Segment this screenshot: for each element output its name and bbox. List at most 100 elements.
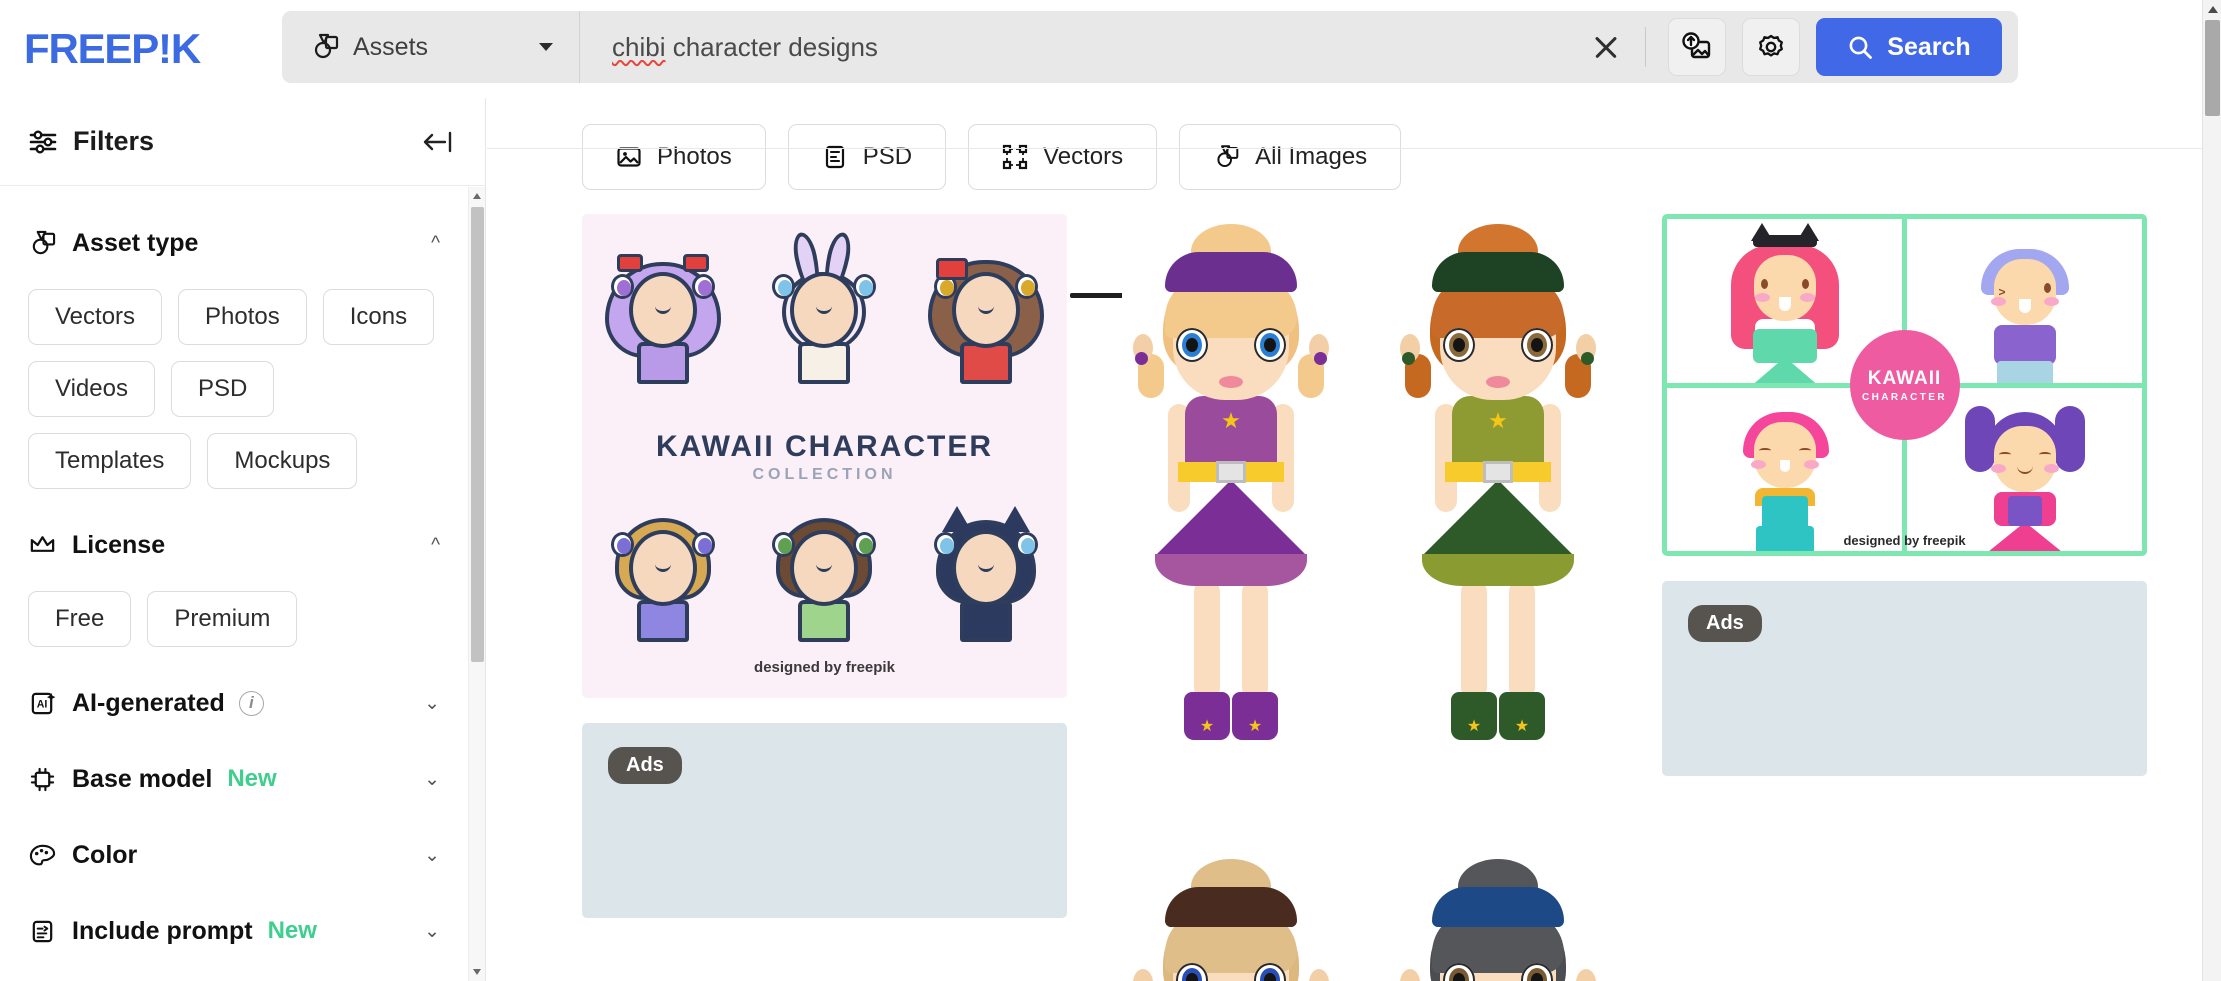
eye xyxy=(934,532,958,557)
filter-section-title: Color xyxy=(72,840,138,869)
filter-pill-videos[interactable]: Videos xyxy=(28,361,155,417)
filter-pill-premium[interactable]: Premium xyxy=(147,591,298,647)
new-badge: New xyxy=(227,765,277,792)
chevron-down-icon: ⌄ xyxy=(424,844,440,866)
collapse-sidebar-button[interactable] xyxy=(419,129,455,155)
shapes-icon xyxy=(314,33,339,59)
filter-section-header[interactable]: Color ⌄ xyxy=(28,835,440,875)
ads-badge: Ads xyxy=(1688,605,1762,642)
eye xyxy=(853,274,877,299)
results-area: Photos PSD Vectors All Images KAWAII CHA… xyxy=(487,98,2202,981)
filter-section-title: Include prompt xyxy=(72,916,253,945)
filter-section-header[interactable]: AI AI-generated i ⌄ xyxy=(28,683,440,723)
eye xyxy=(1254,328,1286,362)
chevron-down-icon xyxy=(539,43,553,51)
search-divider xyxy=(1645,27,1646,67)
license-options: Free Premium xyxy=(28,591,440,647)
filters-sidebar: Filters Asset type ^ Vectors Photos Icon… xyxy=(0,98,486,981)
character-bunny-ears-girl xyxy=(764,230,884,386)
page-scrollbar[interactable] xyxy=(2202,0,2221,981)
image-search-button[interactable] xyxy=(1668,18,1726,76)
filter-section-header[interactable]: Asset type ^ xyxy=(28,223,440,263)
sidebar-scrollbar-thumb[interactable] xyxy=(471,207,484,662)
filter-section-ai-generated: AI AI-generated i ⌄ xyxy=(28,647,440,723)
filter-section-header[interactable]: Include prompt New ⌄ xyxy=(28,911,440,951)
credit-brand: freepik xyxy=(1922,533,1966,548)
filter-section-title: Asset type xyxy=(72,228,199,257)
filter-pill-mockups[interactable]: Mockups xyxy=(207,433,358,489)
search-input-value: chibi character designs xyxy=(612,32,878,63)
result-card-kawaii-collection[interactable]: KAWAII CHARACTER COLLECTION designed by … xyxy=(582,214,1067,698)
result-card-ads-left[interactable]: Ads xyxy=(582,723,1067,918)
tab-vectors[interactable]: Vectors xyxy=(968,124,1158,190)
kawaii-character-badge: KAWAII CHARACTER xyxy=(1849,330,1960,440)
character-brown-boy xyxy=(764,504,884,644)
sidebar-scrollbar[interactable] xyxy=(468,187,485,981)
character-cat-hood-kid xyxy=(926,504,1046,644)
result-card-doll-pair-purple-green[interactable]: ★ ★ ★ ★ ★ ★ xyxy=(1122,214,1607,824)
search-input[interactable]: chibi character designs xyxy=(580,32,1589,63)
filter-pill-templates[interactable]: Templates xyxy=(28,433,192,489)
eye xyxy=(1015,532,1039,557)
character-row-bottom xyxy=(582,504,1067,644)
filter-pill-icons[interactable]: Icons xyxy=(322,289,435,345)
asset-scope-dropdown[interactable]: Assets xyxy=(282,11,580,83)
filter-section-header[interactable]: Base model New ⌄ xyxy=(28,759,440,799)
tab-psd[interactable]: PSD xyxy=(787,124,947,190)
filters-title: Filters xyxy=(73,126,155,156)
card-subtitle: COLLECTION xyxy=(752,466,897,483)
filter-section-base-model: Base model New ⌄ xyxy=(28,723,440,799)
credit-prefix: designed by xyxy=(1843,533,1920,548)
eye xyxy=(1015,274,1039,299)
chevron-up-icon: ^ xyxy=(431,534,440,556)
badge-line-2: CHARACTER xyxy=(1862,391,1947,403)
ads-badge: Ads xyxy=(608,747,682,784)
scroll-down-arrow-icon[interactable] xyxy=(473,969,481,975)
filter-pill-free[interactable]: Free xyxy=(28,591,132,647)
eye xyxy=(691,532,715,557)
eye xyxy=(691,274,715,299)
credit-prefix: designed by xyxy=(754,659,842,676)
asset-type-options: Vectors Photos Icons Videos PSD Template… xyxy=(28,289,440,489)
clear-search-icon[interactable] xyxy=(1589,30,1623,64)
result-card-kawaii-quad[interactable]: > KAWAII CHARACTER designed by freepik xyxy=(1662,214,2147,556)
tab-photos[interactable]: Photos xyxy=(582,124,766,190)
tab-all-images[interactable]: All Images xyxy=(1179,124,1402,190)
filter-pill-vectors[interactable]: Vectors xyxy=(28,289,163,345)
results-column-1: KAWAII CHARACTER COLLECTION designed by … xyxy=(582,214,1067,981)
filter-section-include-prompt: Include prompt New ⌄ xyxy=(28,875,440,951)
character-curly-brown-girl xyxy=(926,246,1046,386)
freepik-logo[interactable]: FREEP!K xyxy=(24,25,201,73)
search-button[interactable]: Search xyxy=(1816,18,2002,76)
info-icon[interactable]: i xyxy=(238,690,264,716)
filter-section-title: License xyxy=(72,530,166,559)
tabs-divider xyxy=(487,148,2202,149)
gear-icon xyxy=(1759,34,1783,57)
page-scrollbar-thumb[interactable] xyxy=(2205,20,2220,116)
eye xyxy=(1521,328,1553,362)
freepik-search-page: FREEP!K Assets chibi character designs S… xyxy=(0,0,2221,981)
shapes-icon xyxy=(32,230,56,254)
scroll-up-arrow-icon[interactable] xyxy=(2208,6,2218,13)
sliders-icon xyxy=(29,130,57,154)
filter-section-header[interactable]: License ^ xyxy=(28,525,440,565)
app-header: FREEP!K Assets chibi character designs S… xyxy=(0,0,2202,98)
filters-header: Filters xyxy=(0,98,485,186)
search-settings-button[interactable] xyxy=(1742,18,1800,76)
credit-brand: freepik xyxy=(845,659,895,676)
result-card-ads-right[interactable]: Ads xyxy=(1662,581,2147,776)
scroll-up-arrow-icon[interactable] xyxy=(473,193,481,199)
filter-pill-photos[interactable]: Photos xyxy=(178,289,307,345)
filter-pill-psd[interactable]: PSD xyxy=(170,361,275,417)
chevron-down-icon: ⌄ xyxy=(424,768,440,790)
new-badge: New xyxy=(267,917,317,944)
misspelled-word: chibi xyxy=(612,31,666,62)
freepik-credit: designed by freepik xyxy=(1662,533,2147,548)
filter-section-color: Color ⌄ xyxy=(28,799,440,875)
result-card-doll-pair-brown-blue[interactable] xyxy=(1122,849,1607,981)
character-blond-boy xyxy=(603,504,723,644)
eye xyxy=(610,274,634,299)
filter-section-title: AI-generated xyxy=(72,688,225,717)
filter-section-license: License ^ Free Premium xyxy=(28,489,440,647)
chevron-up-icon: ^ xyxy=(431,232,440,254)
